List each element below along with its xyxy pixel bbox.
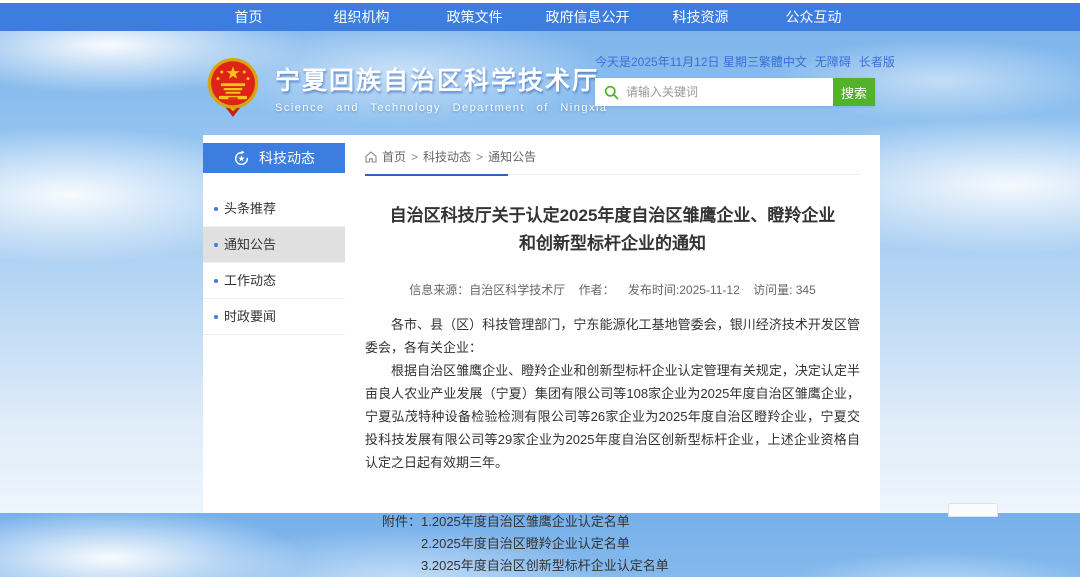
article-title-line1: 自治区科技厅关于认定2025年度自治区雏鹰企业、瞪羚企业 bbox=[365, 202, 860, 230]
current-date-text: 今天是2025年11月12日 星期三 bbox=[595, 53, 759, 70]
sidebar-item-notices[interactable]: 通知公告 bbox=[203, 227, 345, 263]
search-input[interactable] bbox=[626, 85, 833, 99]
sidebar-item-work-updates[interactable]: 工作动态 bbox=[203, 263, 345, 299]
nav-item-gov-info-disclosure[interactable]: 政府信息公开 bbox=[531, 3, 644, 31]
sidebar-header: 科技动态 bbox=[203, 143, 345, 173]
breadcrumb-notices-current: 通知公告 bbox=[488, 148, 536, 165]
article-area: 首页 > 科技动态 > 通知公告 自治区科技厅关于认定2025年度自治区雏鹰企业… bbox=[345, 135, 880, 513]
quick-links: 繁體中文 无障碍 长者版 bbox=[759, 53, 895, 70]
nav-item-public-interaction[interactable]: 公众互动 bbox=[757, 3, 870, 31]
attachments-label: 附件： bbox=[382, 511, 421, 577]
link-accessibility[interactable]: 无障碍 bbox=[815, 53, 851, 70]
article-title-line2: 和创新型标杆企业的通知 bbox=[365, 230, 860, 258]
breadcrumb-separator: > bbox=[411, 150, 418, 164]
header-utilities: 今天是2025年11月12日 星期三 繁體中文 无障碍 长者版 搜索 bbox=[595, 53, 875, 106]
sidebar-item-headlines[interactable]: 头条推荐 bbox=[203, 191, 345, 227]
meta-author: 作者： bbox=[579, 283, 615, 297]
main-panel: 科技动态 头条推荐 通知公告 工作动态 时政要闻 首页 > 科技动态 > 通知公… bbox=[203, 135, 880, 513]
sidebar-title: 科技动态 bbox=[259, 148, 315, 168]
nav-item-organization[interactable]: 组织机构 bbox=[305, 3, 418, 31]
breadcrumb: 首页 > 科技动态 > 通知公告 bbox=[365, 148, 860, 175]
attachment-link-benchmark-list[interactable]: 3.2025年度自治区创新型标杆企业认定名单 bbox=[421, 555, 669, 577]
article-meta: 信息来源：自治区科学技术厅 作者： 发布时间:2025-11-12 访问量: 3… bbox=[365, 281, 860, 298]
article-body: 各市、县（区）科技管理部门，宁东能源化工基地管委会，银川经济技术开发区管委会，各… bbox=[365, 313, 860, 474]
search-bar: 搜索 bbox=[595, 78, 875, 106]
sidebar: 科技动态 头条推荐 通知公告 工作动态 时政要闻 bbox=[203, 135, 345, 513]
primary-nav: 首页 组织机构 政策文件 政府信息公开 科技资源 公众互动 bbox=[0, 3, 1080, 31]
corner-widget[interactable] bbox=[948, 503, 998, 517]
site-brand[interactable]: 宁夏回族自治区科学技术厅 Science and Technology Depa… bbox=[203, 55, 608, 119]
search-icon bbox=[604, 85, 619, 100]
national-emblem-logo bbox=[203, 55, 263, 119]
attachments-section: 附件： 1.2025年度自治区雏鹰企业认定名单 2.2025年度自治区瞪羚企业认… bbox=[365, 511, 860, 577]
link-traditional-chinese[interactable]: 繁體中文 bbox=[759, 53, 807, 70]
attachments-list: 1.2025年度自治区雏鹰企业认定名单 2.2025年度自治区瞪羚企业认定名单 … bbox=[421, 511, 669, 577]
site-subtitle: Science and Technology Department of Nin… bbox=[275, 102, 608, 114]
nav-item-policy-documents[interactable]: 政策文件 bbox=[418, 3, 531, 31]
breadcrumb-tech-news[interactable]: 科技动态 bbox=[423, 148, 471, 165]
link-elderly-version[interactable]: 长者版 bbox=[859, 53, 895, 70]
site-header: 宁夏回族自治区科学技术厅 Science and Technology Depa… bbox=[0, 31, 1080, 135]
meta-source: 信息来源：自治区科学技术厅 bbox=[409, 283, 565, 297]
nav-item-tech-resources[interactable]: 科技资源 bbox=[644, 3, 757, 31]
attachment-link-gazelle-list[interactable]: 2.2025年度自治区瞪羚企业认定名单 bbox=[421, 533, 669, 555]
breadcrumb-home[interactable]: 首页 bbox=[382, 148, 406, 165]
circular-arrow-star-icon bbox=[233, 150, 250, 167]
meta-publish-time: 发布时间:2025-11-12 bbox=[628, 283, 740, 297]
search-box bbox=[595, 78, 833, 106]
breadcrumb-separator: > bbox=[476, 150, 483, 164]
article-title: 自治区科技厅关于认定2025年度自治区雏鹰企业、瞪羚企业 和创新型标杆企业的通知 bbox=[365, 202, 860, 258]
brand-text: 宁夏回族自治区科学技术厅 Science and Technology Depa… bbox=[275, 61, 608, 114]
article-paragraph: 根据自治区雏鹰企业、瞪羚企业和创新型标杆企业认定管理有关规定，决定认定半亩良人农… bbox=[365, 359, 860, 474]
attachment-link-eagle-list[interactable]: 1.2025年度自治区雏鹰企业认定名单 bbox=[421, 511, 669, 533]
site-title: 宁夏回族自治区科学技术厅 bbox=[275, 61, 608, 97]
nav-item-home[interactable]: 首页 bbox=[192, 3, 305, 31]
article-paragraph: 各市、县（区）科技管理部门，宁东能源化工基地管委会，银川经济技术开发区管委会，各… bbox=[365, 313, 860, 359]
home-icon bbox=[365, 151, 377, 163]
sidebar-menu: 头条推荐 通知公告 工作动态 时政要闻 bbox=[203, 191, 345, 335]
meta-visit-count: 访问量: 345 bbox=[753, 283, 816, 297]
sidebar-item-current-politics[interactable]: 时政要闻 bbox=[203, 299, 345, 335]
search-button[interactable]: 搜索 bbox=[833, 78, 875, 106]
